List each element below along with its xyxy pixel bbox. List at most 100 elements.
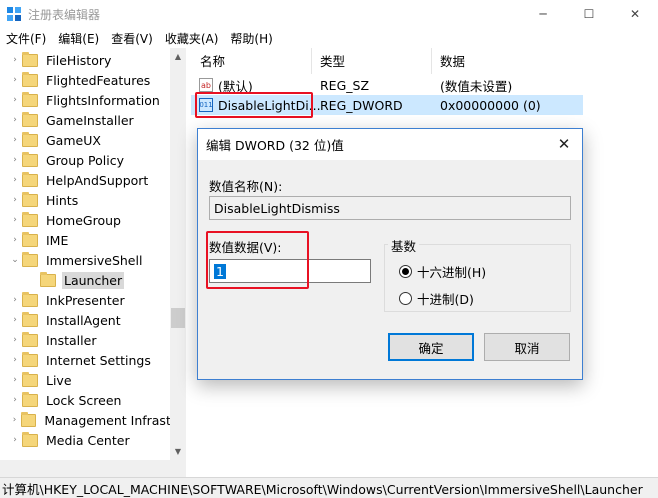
tree-item[interactable]: › FileHistory: [8, 50, 178, 70]
chevron-right-icon: [26, 270, 40, 290]
tree-item[interactable]: ⌄ ImmersiveShell: [8, 250, 178, 270]
chevron-down-icon[interactable]: ⌄: [8, 250, 22, 270]
radio-dec-label: 十进制(D): [417, 292, 474, 307]
menu-favorites[interactable]: 收藏夹(A): [159, 30, 225, 47]
folder-icon: [22, 51, 38, 67]
tree-item-label: Group Policy: [46, 152, 124, 168]
column-type[interactable]: 类型: [320, 51, 345, 70]
column-data[interactable]: 数据: [440, 51, 465, 70]
tree-item[interactable]: › Group Policy: [8, 150, 178, 170]
chevron-right-icon[interactable]: ›: [8, 70, 22, 90]
tree-item-label: Hints: [46, 192, 79, 208]
chevron-right-icon[interactable]: ›: [8, 310, 22, 330]
value-name-field: DisableLightDismiss: [209, 196, 571, 220]
chevron-right-icon[interactable]: ›: [8, 50, 22, 70]
dialog-title: 编辑 DWORD (32 位)值: [206, 138, 344, 153]
folder-icon: [22, 391, 38, 407]
tree-item[interactable]: › IME: [8, 230, 178, 250]
tree-item-label: Installer: [46, 332, 97, 348]
tree-item-label: IME: [46, 232, 69, 248]
tree-item[interactable]: › FlightsInformation: [8, 90, 178, 110]
chevron-right-icon[interactable]: ›: [8, 350, 22, 370]
chevron-right-icon[interactable]: ›: [8, 90, 22, 110]
menu-bar: 文件(F) 编辑(E) 查看(V) 收藏夹(A) 帮助(H): [0, 28, 658, 48]
dialog-close-button[interactable]: ✕: [552, 133, 576, 155]
tree-item[interactable]: › Internet Settings: [8, 350, 178, 370]
chevron-right-icon[interactable]: ›: [8, 430, 22, 450]
tree-item[interactable]: › Media Center: [8, 430, 178, 450]
tree-horizontal-scrollbar[interactable]: [0, 460, 186, 477]
chevron-right-icon[interactable]: ›: [8, 230, 22, 250]
folder-icon: [40, 271, 56, 287]
tree-item[interactable]: › Lock Screen: [8, 390, 178, 410]
chevron-right-icon[interactable]: ›: [8, 150, 22, 170]
tree-item-label: InkPresenter: [46, 292, 125, 308]
title-bar: 注册表编辑器 ─ ☐ ✕: [0, 0, 658, 28]
tree-item-label: InstallAgent: [46, 312, 121, 328]
ok-label: 确定: [418, 340, 444, 356]
chevron-right-icon[interactable]: ›: [8, 410, 21, 430]
folder-icon: [22, 211, 38, 227]
maximize-icon: ☐: [583, 7, 595, 21]
tree-item-label: HelpAndSupport: [46, 172, 149, 188]
tree-item[interactable]: Launcher: [26, 270, 185, 290]
regedit-app-icon: [7, 7, 21, 21]
tree-item[interactable]: › GameInstaller: [8, 110, 178, 130]
radio-decimal[interactable]: 十进制(D): [399, 289, 474, 308]
tree-item[interactable]: › InstallAgent: [8, 310, 178, 330]
radio-hexadecimal[interactable]: 十六进制(H): [399, 262, 486, 281]
chevron-right-icon[interactable]: ›: [8, 130, 22, 150]
tree-item[interactable]: › HomeGroup: [8, 210, 178, 230]
tree-item-label: FileHistory: [46, 52, 112, 68]
tree-item[interactable]: › Live: [8, 370, 178, 390]
tree-item-label: HomeGroup: [46, 212, 121, 228]
folder-icon: [22, 91, 38, 107]
tree-item[interactable]: › Hints: [8, 190, 178, 210]
minimize-button[interactable]: ─: [520, 0, 566, 28]
ok-button[interactable]: 确定: [388, 333, 474, 361]
chevron-right-icon[interactable]: ›: [8, 330, 22, 350]
chevron-right-icon[interactable]: ›: [8, 170, 22, 190]
folder-icon: [22, 171, 38, 187]
column-name[interactable]: 名称: [200, 51, 225, 70]
menu-view[interactable]: 查看(V): [105, 30, 159, 47]
chevron-right-icon[interactable]: ›: [8, 370, 22, 390]
chevron-right-icon[interactable]: ›: [8, 210, 22, 230]
folder-icon: [22, 71, 38, 87]
tree-item-label: Management Infrastr: [44, 412, 176, 428]
tree-item[interactable]: › InkPresenter: [8, 290, 178, 310]
highlight-box-value-data: [206, 231, 309, 289]
close-button[interactable]: ✕: [612, 0, 658, 28]
tree-item[interactable]: › Installer: [8, 330, 178, 350]
row-type: REG_SZ: [320, 77, 370, 93]
chevron-right-icon[interactable]: ›: [8, 190, 22, 210]
tree-item[interactable]: › Management Infrastr: [8, 410, 178, 430]
status-bar: 计算机\HKEY_LOCAL_MACHINE\SOFTWARE\Microsof…: [0, 477, 658, 498]
cancel-button[interactable]: 取消: [484, 333, 570, 361]
scroll-thumb[interactable]: [171, 308, 185, 328]
folder-icon: [22, 331, 38, 347]
folder-icon: [22, 251, 38, 267]
chevron-right-icon[interactable]: ›: [8, 110, 22, 130]
tree-item-label: Internet Settings: [46, 352, 151, 368]
dialog-title-bar: 编辑 DWORD (32 位)值 ✕: [198, 129, 582, 160]
folder-icon: [22, 191, 38, 207]
tree-item[interactable]: › HelpAndSupport: [8, 170, 178, 190]
tree-item[interactable]: › FlightedFeatures: [8, 70, 178, 90]
tree-item-label: FlightedFeatures: [46, 72, 151, 88]
scroll-down-icon[interactable]: ▼: [170, 443, 186, 460]
cancel-label: 取消: [514, 340, 540, 356]
row-data: 0x00000000 (0): [440, 97, 541, 113]
chevron-right-icon[interactable]: ›: [8, 390, 22, 410]
menu-file[interactable]: 文件(F): [0, 30, 52, 47]
scroll-up-icon[interactable]: ▲: [170, 48, 186, 65]
tree-item-label: Lock Screen: [46, 392, 122, 408]
folder-icon: [22, 151, 38, 167]
tree-item[interactable]: › GameUX: [8, 130, 178, 150]
tree-vertical-scrollbar[interactable]: ▲ ▼: [170, 48, 186, 460]
maximize-button[interactable]: ☐: [566, 0, 612, 28]
menu-help[interactable]: 帮助(H): [224, 30, 278, 47]
highlight-box-value-name: [195, 92, 313, 118]
menu-edit[interactable]: 编辑(E): [52, 30, 105, 47]
chevron-right-icon[interactable]: ›: [8, 290, 22, 310]
